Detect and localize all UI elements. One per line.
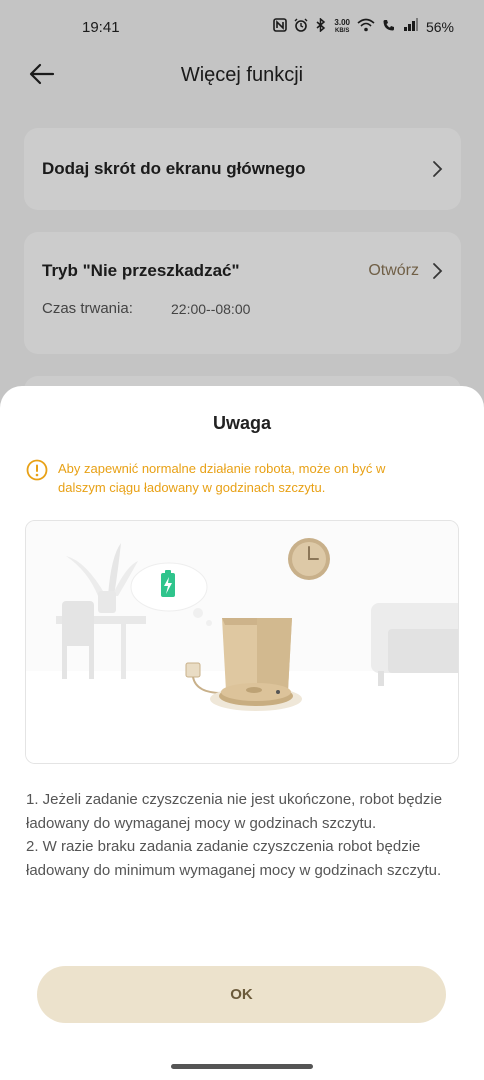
- instruction-2: 2. W razie braku zadania zadanie czyszcz…: [26, 838, 442, 879]
- ok-button[interactable]: OK: [37, 966, 446, 1023]
- warning-icon: [26, 459, 48, 481]
- robot-vacuum-icon: [219, 683, 293, 706]
- dialog-title: Uwaga: [212, 413, 272, 433]
- home-indicator[interactable]: [171, 1064, 313, 1069]
- instructions: 1. Jeżeli zadanie czyszczenia nie jest u…: [26, 788, 462, 882]
- charging-illustration: [25, 520, 459, 764]
- battery-charging-icon: [161, 570, 175, 597]
- clock-icon: [288, 538, 330, 580]
- instruction-1: 1. Jeżeli zadanie czyszczenia nie jest u…: [26, 791, 443, 832]
- notice-dialog: Uwaga Aby zapewnić normalne działanie ro…: [0, 386, 484, 1080]
- warning-text: Aby zapewnić normalne działanie robota, …: [58, 461, 386, 495]
